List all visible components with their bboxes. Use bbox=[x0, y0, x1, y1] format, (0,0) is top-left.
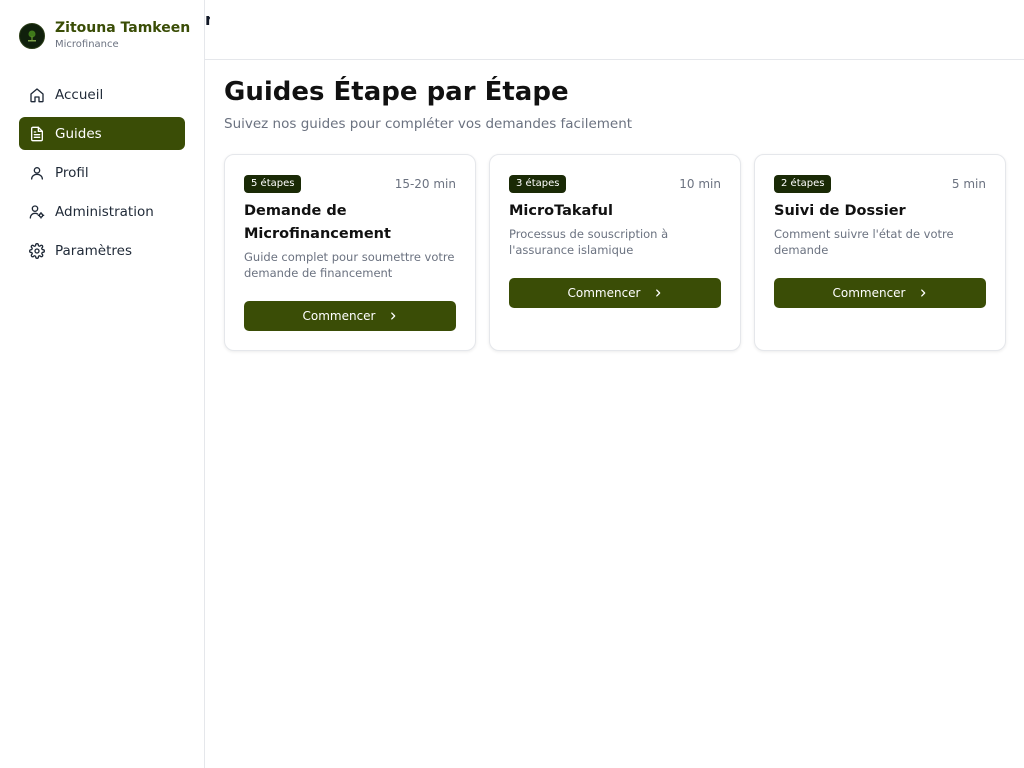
logo bbox=[19, 23, 45, 49]
sidebar-item-label: Administration bbox=[55, 203, 154, 220]
guide-description: Processus de souscription à l'assurance … bbox=[509, 227, 669, 257]
sidebar-item-label: Profil bbox=[55, 164, 89, 181]
sidebar-item-accueil[interactable]: Accueil bbox=[19, 78, 185, 111]
guide-description: Comment suivre l'état de votre demande bbox=[774, 227, 954, 257]
button-label: Commencer bbox=[302, 309, 376, 323]
sidebar-item-administration[interactable]: Administration bbox=[19, 195, 185, 228]
brand-name: Zitouna Tamkeen bbox=[55, 20, 191, 36]
steps-badge: 3 étapes bbox=[509, 175, 567, 193]
duration-label: 15-20 min bbox=[394, 177, 456, 191]
start-guide-button[interactable]: Commencer bbox=[244, 301, 456, 331]
guide-title: MicroTakaful bbox=[509, 203, 613, 219]
steps-badge: 5 étapes bbox=[244, 175, 302, 193]
guide-title: Suivi de Dossier bbox=[774, 203, 906, 219]
document-icon bbox=[29, 126, 45, 142]
user-icon bbox=[29, 165, 45, 181]
sidebar: Zitouna Tamkeen Microfinance Accueil Gui… bbox=[0, 0, 205, 768]
button-label: Commencer bbox=[832, 286, 906, 300]
steps-badge: 2 étapes bbox=[774, 175, 832, 193]
home-icon bbox=[29, 87, 45, 103]
guide-title: Demande de Microfinancement bbox=[244, 203, 391, 242]
sidebar-item-label: Guides bbox=[55, 125, 102, 142]
page-subtitle: Suivez nos guides pour compléter vos dem… bbox=[224, 116, 633, 132]
header-partial-text: n bbox=[205, 10, 210, 29]
guide-card: 2 étapes 5 min Suivi de Dossier Comment … bbox=[754, 154, 1006, 351]
brand-subtitle: Microfinance bbox=[55, 39, 119, 50]
chevron-right-icon bbox=[388, 311, 398, 321]
start-guide-button[interactable]: Commencer bbox=[774, 278, 986, 308]
duration-label: 10 min bbox=[679, 177, 721, 191]
guides-list: 5 étapes 15-20 min Demande de Microfinan… bbox=[224, 154, 1006, 351]
button-label: Commencer bbox=[567, 286, 641, 300]
guide-description: Guide complet pour soumettre votre deman… bbox=[244, 250, 455, 280]
gear-icon bbox=[29, 242, 45, 259]
chevron-right-icon bbox=[653, 288, 663, 298]
top-bar: n bbox=[205, 0, 1024, 60]
duration-label: 5 min bbox=[951, 177, 986, 191]
sidebar-item-label: Paramètres bbox=[55, 242, 132, 259]
sidebar-item-guides[interactable]: Guides bbox=[19, 117, 185, 150]
user-cog-icon bbox=[29, 204, 45, 220]
start-guide-button[interactable]: Commencer bbox=[509, 278, 721, 308]
chevron-right-icon bbox=[918, 288, 928, 298]
sidebar-nav: Accueil Guides Profil Administration Par… bbox=[19, 78, 185, 273]
sidebar-item-label: Accueil bbox=[55, 86, 104, 103]
sidebar-item-profil[interactable]: Profil bbox=[19, 156, 185, 189]
sidebar-item-parametres[interactable]: Paramètres bbox=[19, 234, 185, 267]
brand[interactable]: Zitouna Tamkeen Microfinance bbox=[19, 20, 190, 52]
guide-card: 3 étapes 10 min MicroTakaful Processus d… bbox=[489, 154, 741, 351]
page-title: Guides Étape par Étape bbox=[224, 77, 569, 107]
guide-card: 5 étapes 15-20 min Demande de Microfinan… bbox=[224, 154, 476, 351]
